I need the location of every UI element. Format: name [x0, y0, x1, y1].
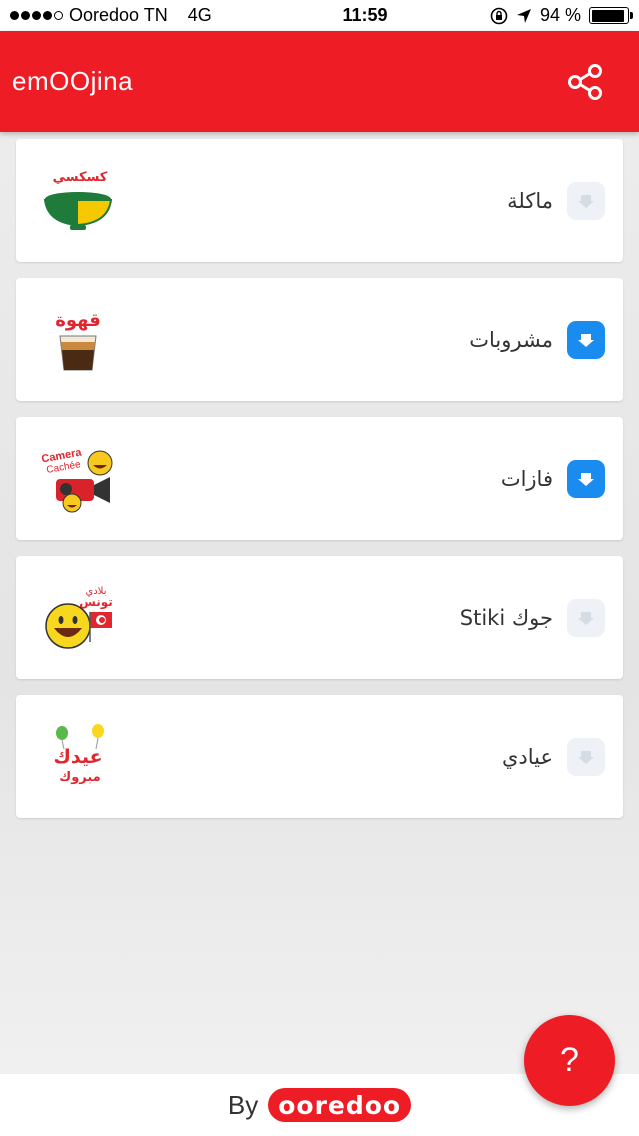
ooredoo-logo-text: ooredoo: [278, 1090, 402, 1120]
share-icon: [568, 63, 602, 100]
coffee-sticker-text: قهوة: [55, 310, 101, 331]
couscous-sticker-text: كسكسي: [53, 170, 108, 185]
pack-card-pranks[interactable]: Camera Cachée فازات: [16, 417, 623, 540]
download-button[interactable]: [567, 181, 605, 220]
download-icon: [578, 472, 594, 486]
app-bar: emOOjina: [0, 31, 639, 132]
ooredoo-logo: ooredoo: [268, 1088, 412, 1122]
pack-label: ماكلة: [507, 188, 553, 213]
pack-card-holidays[interactable]: عيدك مبروك عيادي: [16, 695, 623, 818]
sticker-pack-list: كسكسي ماكلة قهوة مشروبات Camera Cachée ف…: [16, 139, 623, 834]
download-icon: [578, 611, 594, 625]
pack-card-stiki[interactable]: بلادي تونس جوك Stiki: [16, 556, 623, 679]
pack-card-right: عيادي: [501, 737, 605, 776]
camera-sticker: Camera Cachée: [40, 441, 116, 517]
help-button[interactable]: ?: [524, 1015, 615, 1106]
share-button[interactable]: [563, 60, 607, 104]
download-icon: [578, 333, 594, 347]
status-right: 94 %: [490, 5, 633, 26]
pack-card-drinks[interactable]: قهوة مشروبات: [16, 278, 623, 401]
smiley-flag-sticker: بلادي تونس: [40, 580, 116, 656]
couscous-sticker: كسكسي: [40, 163, 116, 239]
battery-fill: [591, 9, 625, 22]
download-button[interactable]: [567, 737, 605, 776]
pack-label: عيادي: [501, 744, 553, 769]
status-time: 11:59: [342, 5, 388, 25]
pack-card-right: جوك Stiki: [459, 598, 605, 637]
location-arrow-icon: [516, 8, 531, 23]
battery-icon: [589, 7, 633, 24]
status-bar: Ooredoo TN 4G 11:59 94 %: [0, 0, 639, 31]
pack-card-food[interactable]: كسكسي ماكلة: [16, 139, 623, 262]
pack-label: جوك Stiki: [459, 605, 553, 630]
pack-label: مشروبات: [469, 327, 553, 352]
download-button[interactable]: [567, 598, 605, 637]
download-icon: [578, 750, 594, 764]
app-title: emOOjina: [12, 66, 134, 96]
battery-percent: 94 %: [539, 5, 581, 25]
smiley-sticker-text-2: تونس: [79, 595, 113, 610]
download-button[interactable]: [567, 320, 605, 359]
coffee-sticker: قهوة: [40, 302, 116, 378]
pack-card-right: فازات: [500, 459, 605, 498]
status-left: Ooredoo TN 4G: [10, 5, 270, 26]
help-button-label: ?: [560, 1041, 579, 1079]
pack-label: فازات: [500, 466, 553, 491]
download-button[interactable]: [567, 459, 605, 498]
pack-card-right: مشروبات: [469, 320, 605, 359]
eid-sticker-text-1: عيدك: [53, 746, 102, 768]
footer-by-text: By: [227, 1089, 259, 1120]
signal-icon: [10, 11, 63, 20]
eid-sticker: عيدك مبروك: [40, 719, 116, 795]
eid-sticker-text-2: مبروك: [59, 770, 100, 785]
orientation-lock-icon: [490, 7, 508, 24]
carrier-name: Ooredoo TN: [69, 5, 168, 25]
pack-card-right: ماكلة: [507, 181, 605, 220]
network-type: 4G: [187, 5, 212, 25]
download-icon: [578, 194, 594, 208]
